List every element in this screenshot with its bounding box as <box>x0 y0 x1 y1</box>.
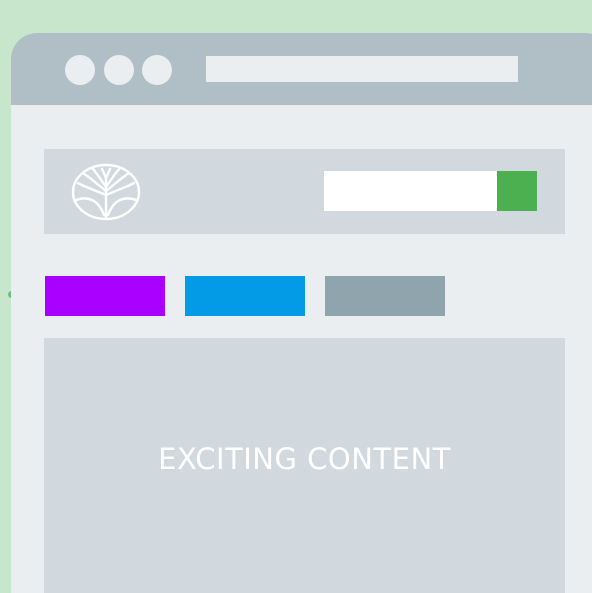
tree-logo-icon[interactable] <box>71 163 141 221</box>
nav-button-blue[interactable] <box>185 276 305 316</box>
window-control-dot[interactable] <box>104 55 134 85</box>
search-input[interactable] <box>324 171 497 211</box>
site-header <box>44 149 565 234</box>
titlebar <box>11 33 592 105</box>
nav-button-gray[interactable] <box>325 276 445 316</box>
search-button[interactable] <box>497 171 537 211</box>
content-heading: EXCITING CONTENT <box>158 442 451 476</box>
content-panel: EXCITING CONTENT <box>44 338 565 593</box>
browser-window: EXCITING CONTENT <box>11 33 592 593</box>
nav-button-purple[interactable] <box>45 276 165 316</box>
address-bar[interactable] <box>206 56 518 82</box>
window-control-dot[interactable] <box>142 55 172 85</box>
window-control-dot[interactable] <box>65 55 95 85</box>
